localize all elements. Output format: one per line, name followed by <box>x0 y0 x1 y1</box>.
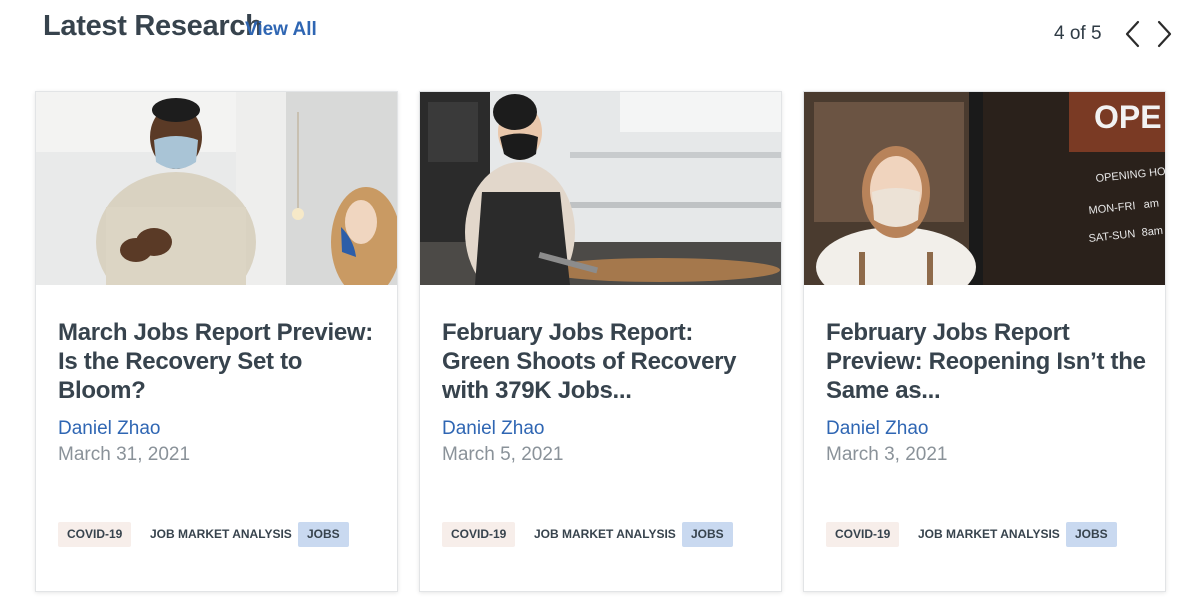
store-hours-weekdays-time: am <box>1143 197 1159 211</box>
publish-date: March 31, 2021 <box>58 444 191 465</box>
card-title[interactable]: March Jobs Report Preview: Is the Recove… <box>58 318 378 405</box>
chevron-left-icon[interactable] <box>1120 17 1146 51</box>
tag-jobs[interactable]: JOBS <box>1066 522 1117 547</box>
store-open-sign: OPE <box>1094 99 1162 135</box>
tag-job-market-analysis[interactable]: JOB MARKET ANALYSIS <box>141 522 301 547</box>
card-title[interactable]: February Jobs Report Preview: Reopening … <box>826 318 1146 405</box>
tag-jobs[interactable]: JOBS <box>682 522 733 547</box>
tag-covid-19[interactable]: COVID-19 <box>442 522 516 547</box>
research-card[interactable]: March Jobs Report Preview: Is the Recove… <box>35 91 398 592</box>
view-all-link[interactable]: View All <box>245 19 317 41</box>
publish-date: March 5, 2021 <box>442 444 564 465</box>
research-card[interactable]: OPE OPENING HOU MON-FRI am SAT-SUN 8am F… <box>803 91 1166 592</box>
store-hours-weekend-time: 8am <box>1141 225 1164 239</box>
tag-covid-19[interactable]: COVID-19 <box>58 522 132 547</box>
tag-job-market-analysis[interactable]: JOB MARKET ANALYSIS <box>525 522 685 547</box>
author-link[interactable]: Daniel Zhao <box>442 418 544 440</box>
section-title: Latest Research <box>43 10 263 42</box>
author-link[interactable]: Daniel Zhao <box>826 418 928 440</box>
tag-jobs[interactable]: JOBS <box>298 522 349 547</box>
card-title[interactable]: February Jobs Report: Green Shoots of Re… <box>442 318 762 405</box>
research-card[interactable]: February Jobs Report: Green Shoots of Re… <box>419 91 782 592</box>
pager-count: 4 of 5 <box>1054 23 1102 44</box>
tag-covid-19[interactable]: COVID-19 <box>826 522 900 547</box>
author-link[interactable]: Daniel Zhao <box>58 418 160 440</box>
card-image[interactable] <box>36 92 397 285</box>
tag-job-market-analysis[interactable]: JOB MARKET ANALYSIS <box>909 522 1069 547</box>
section-header: Latest Research View All 4 of 5 <box>0 0 1200 70</box>
card-image[interactable] <box>420 92 781 285</box>
chevron-right-icon[interactable] <box>1151 17 1177 51</box>
publish-date: March 3, 2021 <box>826 444 948 465</box>
card-image[interactable]: OPE OPENING HOU MON-FRI am SAT-SUN 8am <box>804 92 1165 285</box>
